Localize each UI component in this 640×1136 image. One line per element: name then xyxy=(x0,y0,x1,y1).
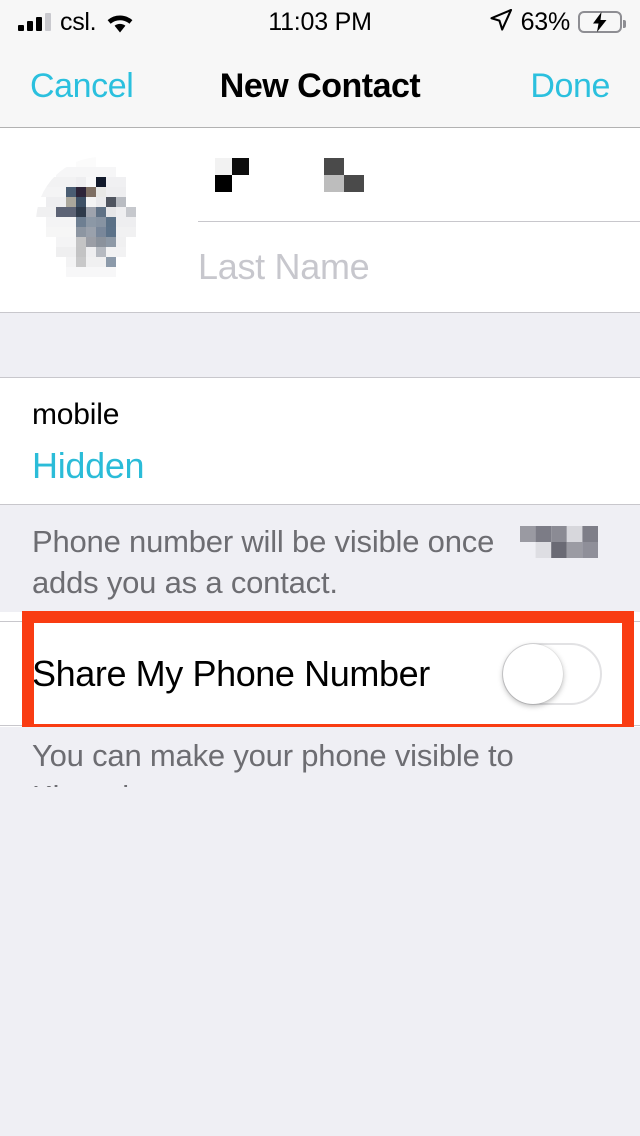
name-fields: Last Name xyxy=(198,129,640,313)
carrier-label: csl. xyxy=(60,7,97,36)
cancel-button-container[interactable]: Cancel xyxy=(30,69,220,103)
phone-visibility-note-line-1: Phone number will be visible once xyxy=(32,521,608,562)
section-gap xyxy=(0,313,640,378)
share-my-phone-number-row[interactable]: Share My Phone Number xyxy=(0,621,640,726)
battery-percent-label: 63% xyxy=(520,7,571,36)
clock-label: 11:03 PM xyxy=(268,7,372,36)
status-bar-center: 11:03 PM xyxy=(268,7,372,36)
share-phone-note: You can make your phone visible to Kherm… xyxy=(0,727,640,814)
phone-value[interactable]: Hidden xyxy=(32,448,640,484)
page-title: New Contact xyxy=(219,66,421,105)
done-button[interactable]: Done xyxy=(530,67,610,105)
status-bar: csl. 11:03 PM 63% xyxy=(0,0,640,44)
last-name-placeholder: Last Name xyxy=(198,246,370,287)
first-name-redacted-value xyxy=(198,158,266,192)
name-section: Last Name xyxy=(0,129,640,313)
share-my-phone-number-label: Share My Phone Number xyxy=(32,652,430,694)
location-arrow-icon xyxy=(489,8,513,37)
battery-charging-icon xyxy=(578,11,626,33)
signal-bars-icon xyxy=(18,13,51,31)
done-button-container[interactable]: Done xyxy=(420,69,610,103)
contact-name-redacted xyxy=(520,525,599,558)
avatar[interactable] xyxy=(36,157,166,287)
share-my-phone-number-toggle[interactable] xyxy=(502,642,602,705)
phone-row[interactable]: mobile Hidden xyxy=(0,378,640,505)
status-bar-left: csl. xyxy=(18,7,268,36)
navigation-bar: Cancel New Contact Done xyxy=(0,44,640,128)
phone-visibility-note-line-2: adds you as a contact. xyxy=(32,565,338,600)
cancel-button[interactable]: Cancel xyxy=(30,67,134,105)
first-name-redacted-value-2 xyxy=(324,158,384,192)
empty-area xyxy=(0,787,640,1136)
last-name-field[interactable]: Last Name xyxy=(198,221,640,313)
first-name-field[interactable] xyxy=(198,129,640,222)
status-bar-right: 63% xyxy=(372,7,626,37)
toggle-knob xyxy=(503,643,563,704)
phone-label: mobile xyxy=(32,398,120,431)
avatar-pixelated-photo xyxy=(36,157,166,287)
phone-visibility-note-text-1: Phone number will be visible once xyxy=(32,524,495,559)
phone-visibility-note: Phone number will be visible once adds y… xyxy=(0,505,640,612)
wifi-icon xyxy=(105,11,135,33)
